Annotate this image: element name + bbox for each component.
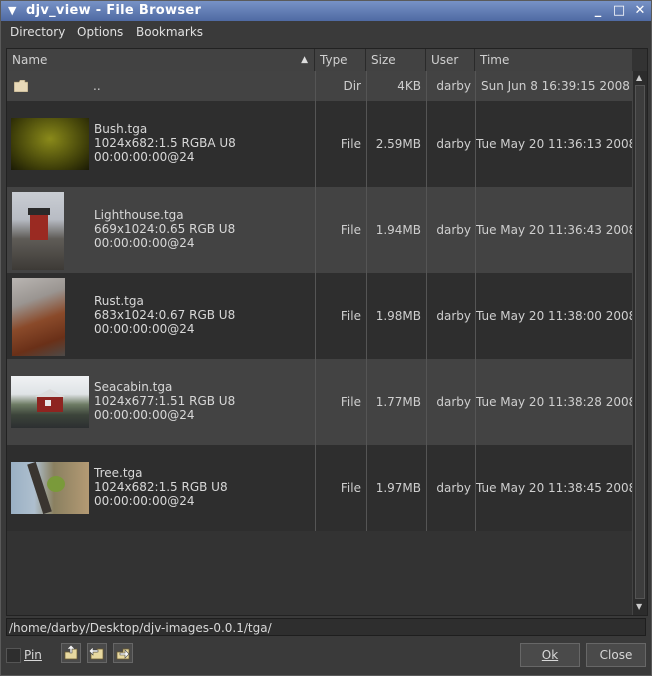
close-button[interactable]: Close [586,643,646,667]
bookmark-add-icon [62,644,80,665]
column-divider [426,71,427,531]
thumbnail-image [11,376,89,428]
file-type: File [340,137,361,151]
image-info: 669x1024:0.65 RGB U8 [94,222,236,236]
ok-label: Ok [541,648,559,662]
file-time: Tue May 20 11:38:00 2008 [476,309,637,323]
column-header-time[interactable]: Time [475,49,632,71]
bookmark-add-button[interactable] [61,643,81,663]
column-header-size[interactable]: Size [366,49,426,71]
column-label: Name [12,53,48,67]
window-menu-icon[interactable]: ▼ [8,4,16,17]
thumbnail-image [11,118,89,170]
pin-checkbox[interactable] [6,648,21,663]
table-row[interactable]: Rust.tga 683x1024:0.67 RGB U8 00:00:00:0… [7,273,636,359]
file-size: 1.77MB [375,395,421,409]
table-header: Name ▲ Type Size User Time [7,49,632,72]
file-name: .. [93,79,101,93]
pin-label-text: Pin [24,648,42,662]
timecode: 00:00:00:00@24 [94,236,195,250]
file-user: darby [436,223,471,237]
thumbnail-image [12,278,65,356]
bookmark-forward-button[interactable] [113,643,133,663]
close-label: Close [599,648,633,662]
menu-bar: Directory Options Bookmarks [1,21,651,44]
file-type: File [340,309,361,323]
column-header-name[interactable]: Name ▲ [7,49,315,71]
scrollbar-thumb[interactable] [635,85,645,599]
table-row[interactable]: Seacabin.tga 1024x677:1.51 RGB U8 00:00:… [7,359,636,445]
ok-button[interactable]: Ok [520,643,580,667]
table-row[interactable]: Bush.tga 1024x682:1.5 RGBA U8 00:00:00:0… [7,101,636,187]
file-size: 4KB [397,79,421,93]
title-bar[interactable]: ▼ djv_view - File Browser _ □ ✕ [1,1,651,21]
file-name: Rust.tga [94,294,144,308]
bookmark-back-icon [88,646,106,665]
scroll-down-icon[interactable]: ▼ [636,602,642,611]
file-time: Tue May 20 11:36:43 2008 [476,223,637,237]
file-type: File [340,395,361,409]
column-label: Time [480,53,510,67]
file-name: Tree.tga [94,466,143,480]
window-title: djv_view - File Browser [26,3,202,18]
file-user: darby [436,79,471,93]
bookmark-back-button[interactable] [87,643,107,663]
image-info: 683x1024:0.67 RGB U8 [94,308,236,322]
minimize-button[interactable]: _ [589,2,607,20]
file-user: darby [436,309,471,323]
menu-bookmarks[interactable]: Bookmarks [136,25,203,39]
table-body: .. Dir 4KB darby Sun Jun 8 16:39:15 2008… [7,71,636,615]
column-header-type[interactable]: Type [315,49,366,71]
table-row[interactable]: Tree.tga 1024x682:1.5 RGB U8 00:00:00:00… [7,445,636,531]
file-size: 1.98MB [375,309,421,323]
scroll-up-icon[interactable]: ▲ [636,73,642,82]
file-type: File [340,223,361,237]
column-divider [315,71,316,531]
file-type: Dir [343,79,361,93]
column-divider [475,71,476,531]
file-user: darby [436,481,471,495]
file-name: Lighthouse.tga [94,208,184,222]
timecode: 00:00:00:00@24 [94,150,195,164]
file-size: 1.97MB [375,481,421,495]
bookmark-forward-icon [114,648,132,665]
timecode: 00:00:00:00@24 [94,494,195,508]
file-table: Name ▲ Type Size User Time .. Dir 4KB da… [6,48,648,616]
column-label: Size [371,53,396,67]
file-browser-window: ▼ djv_view - File Browser _ □ ✕ Director… [0,0,652,676]
column-header-user[interactable]: User [426,49,475,71]
thumbnail-image [11,462,89,514]
table-row-parent[interactable]: .. Dir 4KB darby Sun Jun 8 16:39:15 2008 [7,71,632,101]
file-size: 2.59MB [375,137,421,151]
menu-directory[interactable]: Directory [10,25,65,39]
close-window-button[interactable]: ✕ [631,2,649,20]
file-time: Tue May 20 11:36:13 2008 [476,137,637,151]
image-info: 1024x682:1.5 RGB U8 [94,480,228,494]
file-user: darby [436,137,471,151]
vertical-scrollbar[interactable]: ▲ ▼ [632,71,647,615]
pin-label: Pin [24,648,42,662]
folder-icon [13,79,29,95]
column-label: User [431,53,459,67]
file-name: Seacabin.tga [94,380,173,394]
thumbnail-image [12,192,64,270]
maximize-button[interactable]: □ [610,2,628,20]
file-user: darby [436,395,471,409]
file-time: Sun Jun 8 16:39:15 2008 [481,79,630,93]
path-input[interactable]: /home/darby/Desktop/djv-images-0.0.1/tga… [6,618,646,636]
image-info: 1024x682:1.5 RGBA U8 [94,136,236,150]
menu-options[interactable]: Options [77,25,123,39]
column-divider [366,71,367,531]
file-name: Bush.tga [94,122,148,136]
timecode: 00:00:00:00@24 [94,408,195,422]
column-label: Type [320,53,348,67]
file-type: File [340,481,361,495]
sort-ascending-icon: ▲ [301,55,308,65]
timecode: 00:00:00:00@24 [94,322,195,336]
table-row[interactable]: Lighthouse.tga 669x1024:0.65 RGB U8 00:0… [7,187,636,273]
file-size: 1.94MB [375,223,421,237]
file-time: Tue May 20 11:38:45 2008 [476,481,637,495]
file-time: Tue May 20 11:38:28 2008 [476,395,637,409]
image-info: 1024x677:1.51 RGB U8 [94,394,236,408]
